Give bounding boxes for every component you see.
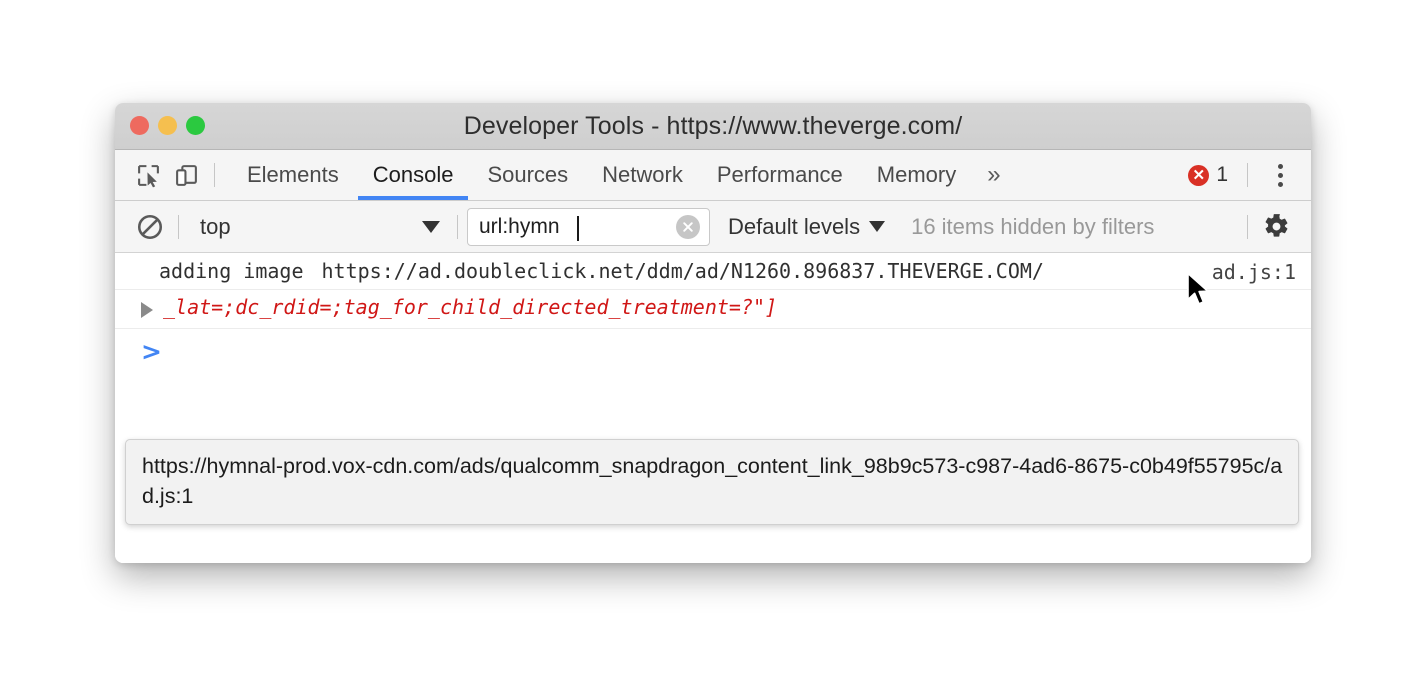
tabstrip-right-controls: ✕ 1: [1188, 150, 1311, 200]
execution-context-value: top: [200, 213, 231, 239]
chevron-down-icon: [422, 220, 440, 233]
devtools-window: Developer Tools - https://www.theverge.c…: [115, 103, 1311, 563]
filterbar-right-controls: [1238, 209, 1311, 245]
console-message-text: adding image https://ad.doubleclick.net/d…: [115, 256, 1044, 286]
window-title: Developer Tools - https://www.theverge.c…: [463, 111, 963, 140]
text-cursor: [577, 215, 579, 241]
console-filter-toolbar: top Default levels 16 items hidden by fi…: [115, 201, 1311, 253]
tab-memory[interactable]: Memory: [860, 150, 973, 200]
console-filter-field[interactable]: [467, 207, 710, 246]
url-hover-tooltip: https://hymnal-prod.vox-cdn.com/ads/qual…: [125, 439, 1299, 525]
prompt-chevron-icon: >: [141, 336, 162, 366]
device-toolbar-icon[interactable]: [167, 157, 205, 193]
error-icon: ✕: [1188, 164, 1210, 186]
execution-context-selector[interactable]: top: [188, 210, 448, 244]
kebab-menu-icon[interactable]: [1263, 163, 1297, 187]
hidden-items-message: 16 items hidden by filters: [911, 213, 1155, 239]
tabstrip-divider: [1247, 163, 1248, 187]
filterbar-divider-1: [178, 214, 179, 239]
window-titlebar: Developer Tools - https://www.theverge.c…: [115, 103, 1311, 150]
tab-console[interactable]: Console: [356, 150, 471, 200]
tab-network[interactable]: Network: [585, 150, 700, 200]
filter-input[interactable]: [468, 208, 659, 245]
traffic-lights: [130, 116, 205, 135]
clear-filter-icon[interactable]: [676, 214, 700, 239]
log-levels-selector[interactable]: Default levels: [728, 213, 886, 240]
console-message-area[interactable]: adding image https://ad.doubleclick.net/d…: [115, 253, 1311, 563]
more-tabs-icon[interactable]: »: [973, 150, 1014, 200]
error-count-label: 1: [1216, 163, 1228, 186]
filterbar-divider-2: [457, 214, 458, 239]
console-message-source-link[interactable]: ad.js:1: [1212, 257, 1296, 287]
message-label: adding image: [159, 259, 304, 283]
log-levels-label: Default levels: [728, 213, 861, 239]
tab-sources[interactable]: Sources: [470, 150, 585, 200]
tab-performance[interactable]: Performance: [700, 150, 860, 200]
filterbar-divider-3: [1247, 214, 1248, 239]
console-message-row[interactable]: adding image https://ad.doubleclick.net/d…: [115, 253, 1311, 290]
console-error-text: _lat=;dc_rdid=;tag_for_child_directed_tr…: [163, 295, 778, 319]
maximize-window-button[interactable]: [186, 116, 205, 135]
gear-icon[interactable]: [1257, 209, 1295, 245]
tab-elements[interactable]: Elements: [230, 150, 356, 200]
inspect-element-icon[interactable]: [129, 157, 167, 193]
console-prompt-row[interactable]: >: [115, 329, 1311, 373]
close-window-button[interactable]: [130, 116, 149, 135]
chevron-down-icon: [869, 221, 886, 232]
clear-console-icon[interactable]: [131, 209, 169, 245]
minimize-window-button[interactable]: [158, 116, 177, 135]
expand-arrow-icon[interactable]: [141, 302, 153, 318]
devtools-tabstrip: Elements Console Sources Network Perform…: [115, 150, 1311, 201]
message-url: https://ad.doubleclick.net/ddm/ad/N1260.…: [321, 259, 1044, 283]
panel-tabs: Elements Console Sources Network Perform…: [230, 150, 1015, 200]
error-count-badge[interactable]: ✕ 1: [1188, 163, 1228, 187]
console-error-entry[interactable]: _lat=;dc_rdid=;tag_for_child_directed_tr…: [115, 290, 1311, 329]
toolbar-divider: [214, 163, 215, 187]
